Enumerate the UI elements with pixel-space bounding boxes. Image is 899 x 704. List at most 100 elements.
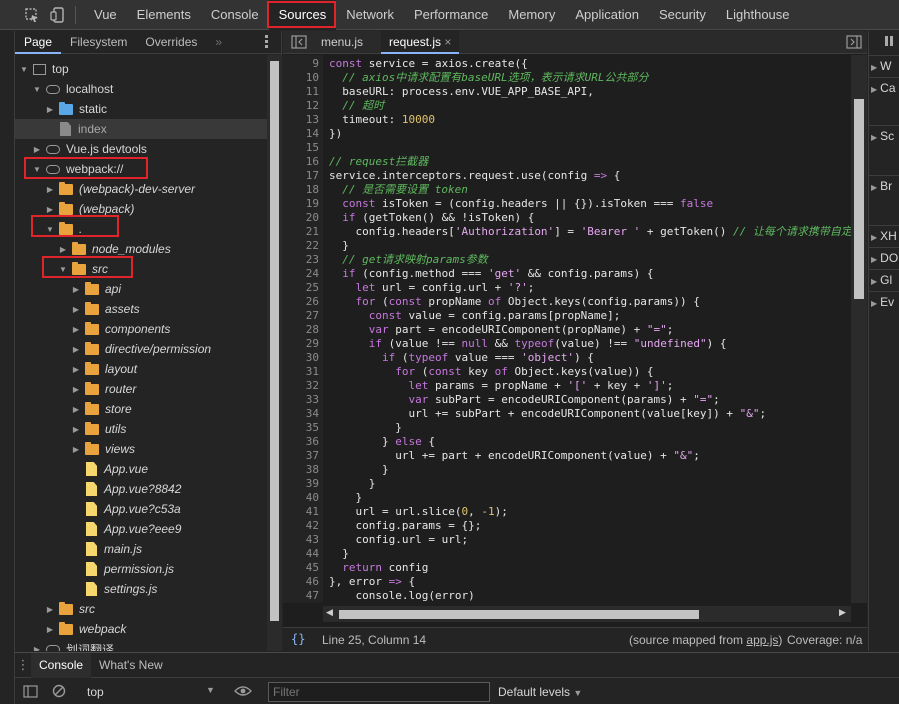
collapsed-arrow-icon[interactable]: ▶ (71, 365, 81, 374)
line-number[interactable]: 12 (306, 99, 319, 113)
debugger-section[interactable]: ▶ W (869, 55, 899, 75)
more-tabs-icon[interactable]: » (206, 31, 231, 54)
line-number[interactable]: 14 (306, 127, 319, 141)
line-number[interactable]: 41 (306, 505, 319, 519)
debugger-section[interactable]: ▶ Sc (869, 125, 899, 145)
line-number[interactable]: 25 (306, 281, 319, 295)
tree-item[interactable]: ▶ assets (15, 299, 267, 319)
line-number[interactable]: 13 (306, 113, 319, 127)
line-number[interactable]: 16 (306, 155, 319, 169)
collapsed-arrow-icon[interactable]: ▶ (71, 405, 81, 414)
tab-elements[interactable]: Elements (127, 0, 201, 30)
tree-item[interactable]: index (15, 119, 267, 139)
editor-tab-request-js[interactable]: request.js × (381, 31, 460, 54)
tree-item[interactable]: ▶ views (15, 439, 267, 459)
line-number[interactable]: 39 (306, 477, 319, 491)
tab-vue[interactable]: Vue (84, 0, 127, 30)
tab-network[interactable]: Network (336, 0, 404, 30)
pretty-print-icon[interactable]: {} (291, 632, 305, 646)
tree-item[interactable]: ▶ store (15, 399, 267, 419)
line-number[interactable]: 22 (306, 239, 319, 253)
line-number[interactable]: 20 (306, 211, 319, 225)
collapsed-arrow-icon[interactable]: ▶ (71, 345, 81, 354)
context-selector[interactable]: top (87, 685, 104, 699)
tree-item[interactable]: ▼ src (15, 259, 267, 279)
line-number[interactable]: 31 (306, 365, 319, 379)
source-map-link[interactable]: app.js (746, 633, 778, 647)
line-number[interactable]: 46 (306, 575, 319, 589)
line-number[interactable]: 32 (306, 379, 319, 393)
line-number[interactable]: 43 (306, 533, 319, 547)
collapsed-arrow-icon[interactable]: ▶ (32, 145, 42, 154)
tab-console[interactable]: Console (31, 652, 92, 678)
tab-console[interactable]: Console (201, 0, 269, 30)
collapsed-arrow-icon[interactable]: ▶ (71, 305, 81, 314)
console-filter-input[interactable] (268, 682, 490, 702)
device-toolbar-icon[interactable] (50, 7, 66, 23)
editor-vertical-scrollbar[interactable] (851, 55, 867, 603)
tree-item[interactable]: ▶ (webpack) (15, 199, 267, 219)
tree-item[interactable]: ▼. (15, 219, 267, 239)
line-number[interactable]: 29 (306, 337, 319, 351)
scrollbar-thumb[interactable] (339, 610, 699, 619)
tree-item[interactable]: App.vue?c53a (15, 499, 267, 519)
tab-lighthouse[interactable]: Lighthouse (716, 0, 800, 30)
editor-tab-menu-js[interactable]: menu.js (313, 31, 371, 54)
line-number[interactable]: 19 (306, 197, 319, 211)
collapsed-arrow-icon[interactable]: ▶ (45, 185, 55, 194)
tree-item[interactable]: ▼ webpack:// (15, 159, 267, 179)
tree-item[interactable]: ▶ components (15, 319, 267, 339)
inspect-element-icon[interactable] (24, 7, 40, 23)
clear-console-icon[interactable] (52, 684, 66, 698)
collapsed-arrow-icon[interactable]: ▶ (71, 325, 81, 334)
line-number[interactable]: 42 (306, 519, 319, 533)
debugger-section[interactable]: ▶ Gl (869, 269, 899, 289)
line-number[interactable]: 9 (312, 57, 319, 71)
expanded-arrow-icon[interactable]: ▼ (19, 65, 29, 74)
file-tree-scrollbar[interactable] (267, 55, 282, 651)
line-number[interactable]: 40 (306, 491, 319, 505)
line-number[interactable]: 26 (306, 295, 319, 309)
line-number[interactable]: 28 (306, 323, 319, 337)
line-number[interactable]: 33 (306, 393, 319, 407)
tab-security[interactable]: Security (649, 0, 716, 30)
line-number[interactable]: 47 (306, 589, 319, 603)
line-number[interactable]: 30 (306, 351, 319, 365)
tab-application[interactable]: Application (565, 0, 649, 30)
tree-item[interactable]: ▶ 划词翻译 (15, 639, 267, 651)
navigator-menu-icon[interactable] (265, 34, 269, 50)
toggle-debugger-icon[interactable] (846, 35, 862, 49)
pause-icon[interactable] (885, 36, 895, 48)
tab-whats-new[interactable]: What's New (91, 653, 171, 678)
debugger-section[interactable]: ▶ Br (869, 175, 899, 195)
tree-item[interactable]: ▶ directive/permission (15, 339, 267, 359)
tab-filesystem[interactable]: Filesystem (61, 31, 136, 54)
line-number[interactable]: 44 (306, 547, 319, 561)
tree-item[interactable]: settings.js (15, 579, 267, 599)
collapsed-arrow-icon[interactable]: ▶ (71, 385, 81, 394)
collapsed-arrow-icon[interactable]: ▶ (71, 445, 81, 454)
tree-item[interactable]: ▼ localhost (15, 79, 267, 99)
line-number[interactable]: 35 (306, 421, 319, 435)
tab-overrides[interactable]: Overrides (136, 31, 206, 54)
tree-item[interactable]: ▼ top (15, 59, 267, 79)
scrollbar-thumb[interactable] (854, 99, 864, 299)
close-tab-icon[interactable]: × (444, 35, 451, 49)
debugger-section[interactable]: ▶ Ca (869, 77, 899, 97)
line-number[interactable]: 34 (306, 407, 319, 421)
line-number-gutter[interactable]: 9 10 11 12 13 14 15 16 17 18 19 20 21 22 23 24 25 26 27 28 2… (283, 55, 323, 603)
line-number[interactable]: 17 (306, 169, 319, 183)
tree-item[interactable]: permission.js (15, 559, 267, 579)
live-expression-eye-icon[interactable] (234, 685, 252, 697)
drawer-menu-icon[interactable]: ⋮ (15, 657, 31, 673)
log-levels-dropdown[interactable]: Default levels ▼ (498, 685, 582, 699)
expanded-arrow-icon[interactable]: ▼ (45, 225, 55, 234)
line-number[interactable]: 11 (306, 85, 319, 99)
collapsed-arrow-icon[interactable]: ▶ (45, 605, 55, 614)
tab-page[interactable]: Page (15, 31, 62, 54)
line-number[interactable]: 21 (306, 225, 319, 239)
line-number[interactable]: 27 (306, 309, 319, 323)
debugger-section[interactable]: ▶ DO (869, 247, 899, 267)
tree-item[interactable]: ▶ static (15, 99, 267, 119)
debugger-section[interactable]: ▶ XH (869, 225, 899, 245)
